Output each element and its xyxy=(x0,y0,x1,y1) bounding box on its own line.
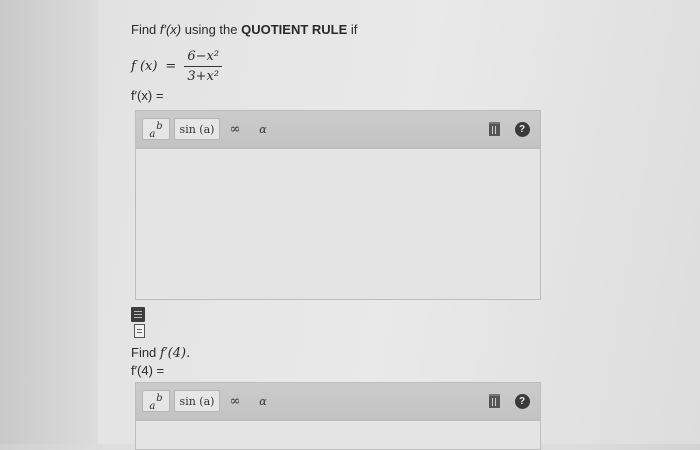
infinity-button[interactable]: ∞ xyxy=(224,118,246,140)
question-circle-icon: ? xyxy=(514,393,530,409)
background-shadow xyxy=(0,0,98,444)
power-button[interactable]: ab xyxy=(142,118,170,140)
power-button-2[interactable]: ab xyxy=(142,390,170,412)
trash-button[interactable] xyxy=(484,118,504,140)
trash-icon xyxy=(488,394,500,408)
fraction: 6−x² 3+x² xyxy=(184,49,223,84)
help-button[interactable]: ? xyxy=(512,118,532,140)
alpha-button-2[interactable]: α xyxy=(252,390,274,412)
question2-prefix: Find xyxy=(131,345,160,360)
quotient-rule-label: QUOTIENT RULE xyxy=(241,22,348,37)
question-text: Find f′(x) using the QUOTIENT RULE if xyxy=(131,22,357,37)
document-icon[interactable] xyxy=(134,324,145,338)
trash-icon xyxy=(488,122,500,136)
power-base-2: a xyxy=(149,400,156,412)
math-toolbar-1: ab sin (a) ∞ α ? xyxy=(135,110,541,148)
question-suffix: if xyxy=(347,22,358,37)
infinity-button-2[interactable]: ∞ xyxy=(224,390,246,412)
alpha-button[interactable]: α xyxy=(252,118,274,140)
equals-sign: = xyxy=(165,58,177,74)
question-middle: using the xyxy=(181,22,242,37)
question-fprime: f′(x) xyxy=(159,22,182,37)
document-dark-icon[interactable] xyxy=(131,307,145,322)
question-prefix: Find xyxy=(131,22,160,37)
fraction-denominator: 3+x² xyxy=(187,68,220,84)
help-button-2[interactable]: ? xyxy=(512,390,532,412)
power-base: a xyxy=(149,128,156,140)
question2-fprime: f′(4). xyxy=(159,346,191,361)
trash-button-2[interactable] xyxy=(484,390,504,412)
answer2-input[interactable] xyxy=(135,420,541,450)
function-definition: f (x) = 6−x² 3+x² xyxy=(131,44,223,88)
question2-text: Find f′(4). xyxy=(131,345,190,361)
answer1-input[interactable] xyxy=(135,148,541,300)
fraction-numerator: 6−x² xyxy=(184,49,223,67)
power-exp-2: b xyxy=(156,392,163,404)
answer2-label: f′(4) = xyxy=(131,363,165,378)
math-toolbar-2: ab sin (a) ∞ α ? xyxy=(135,382,541,420)
answer1-label: f′(x) = xyxy=(131,88,164,103)
function-lhs: f (x) xyxy=(131,58,158,74)
sin-button[interactable]: sin (a) xyxy=(174,118,220,140)
question-circle-icon: ? xyxy=(514,121,530,137)
sin-button-2[interactable]: sin (a) xyxy=(174,390,220,412)
power-exp: b xyxy=(156,120,163,132)
